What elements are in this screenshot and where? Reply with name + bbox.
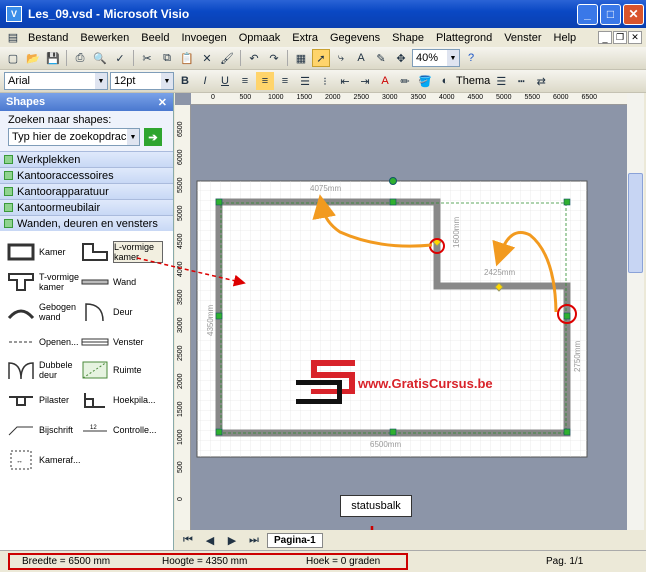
watermark-text: www.GratisCursus.be [358, 376, 493, 391]
dim-right: 2750mm [573, 340, 582, 372]
statusbalk-callout: statusbalk [340, 495, 412, 517]
dim-left: 4350mm [206, 304, 215, 336]
next-page-icon[interactable]: ▶ [223, 531, 241, 549]
page-navigation-bar: ⏮ ◀ ▶ ⏭ Pagina-1 [175, 530, 646, 550]
dim-top: 4075mm [310, 184, 342, 193]
prev-page-icon[interactable]: ◀ [201, 531, 219, 549]
dim-mid: 2425mm [484, 268, 516, 277]
first-page-icon[interactable]: ⏮ [179, 531, 197, 549]
last-page-icon[interactable]: ⏭ [245, 531, 263, 549]
dim-right-top: 1600mm [452, 216, 461, 248]
rotation-handle[interactable] [389, 177, 397, 185]
dim-bottom: 6500mm [370, 440, 402, 449]
statusbar-highlight [8, 553, 408, 570]
drawing-overlay [136, 177, 588, 558]
page-tab[interactable]: Pagina-1 [267, 532, 323, 548]
status-page: Pag. 1/1 [546, 556, 584, 567]
